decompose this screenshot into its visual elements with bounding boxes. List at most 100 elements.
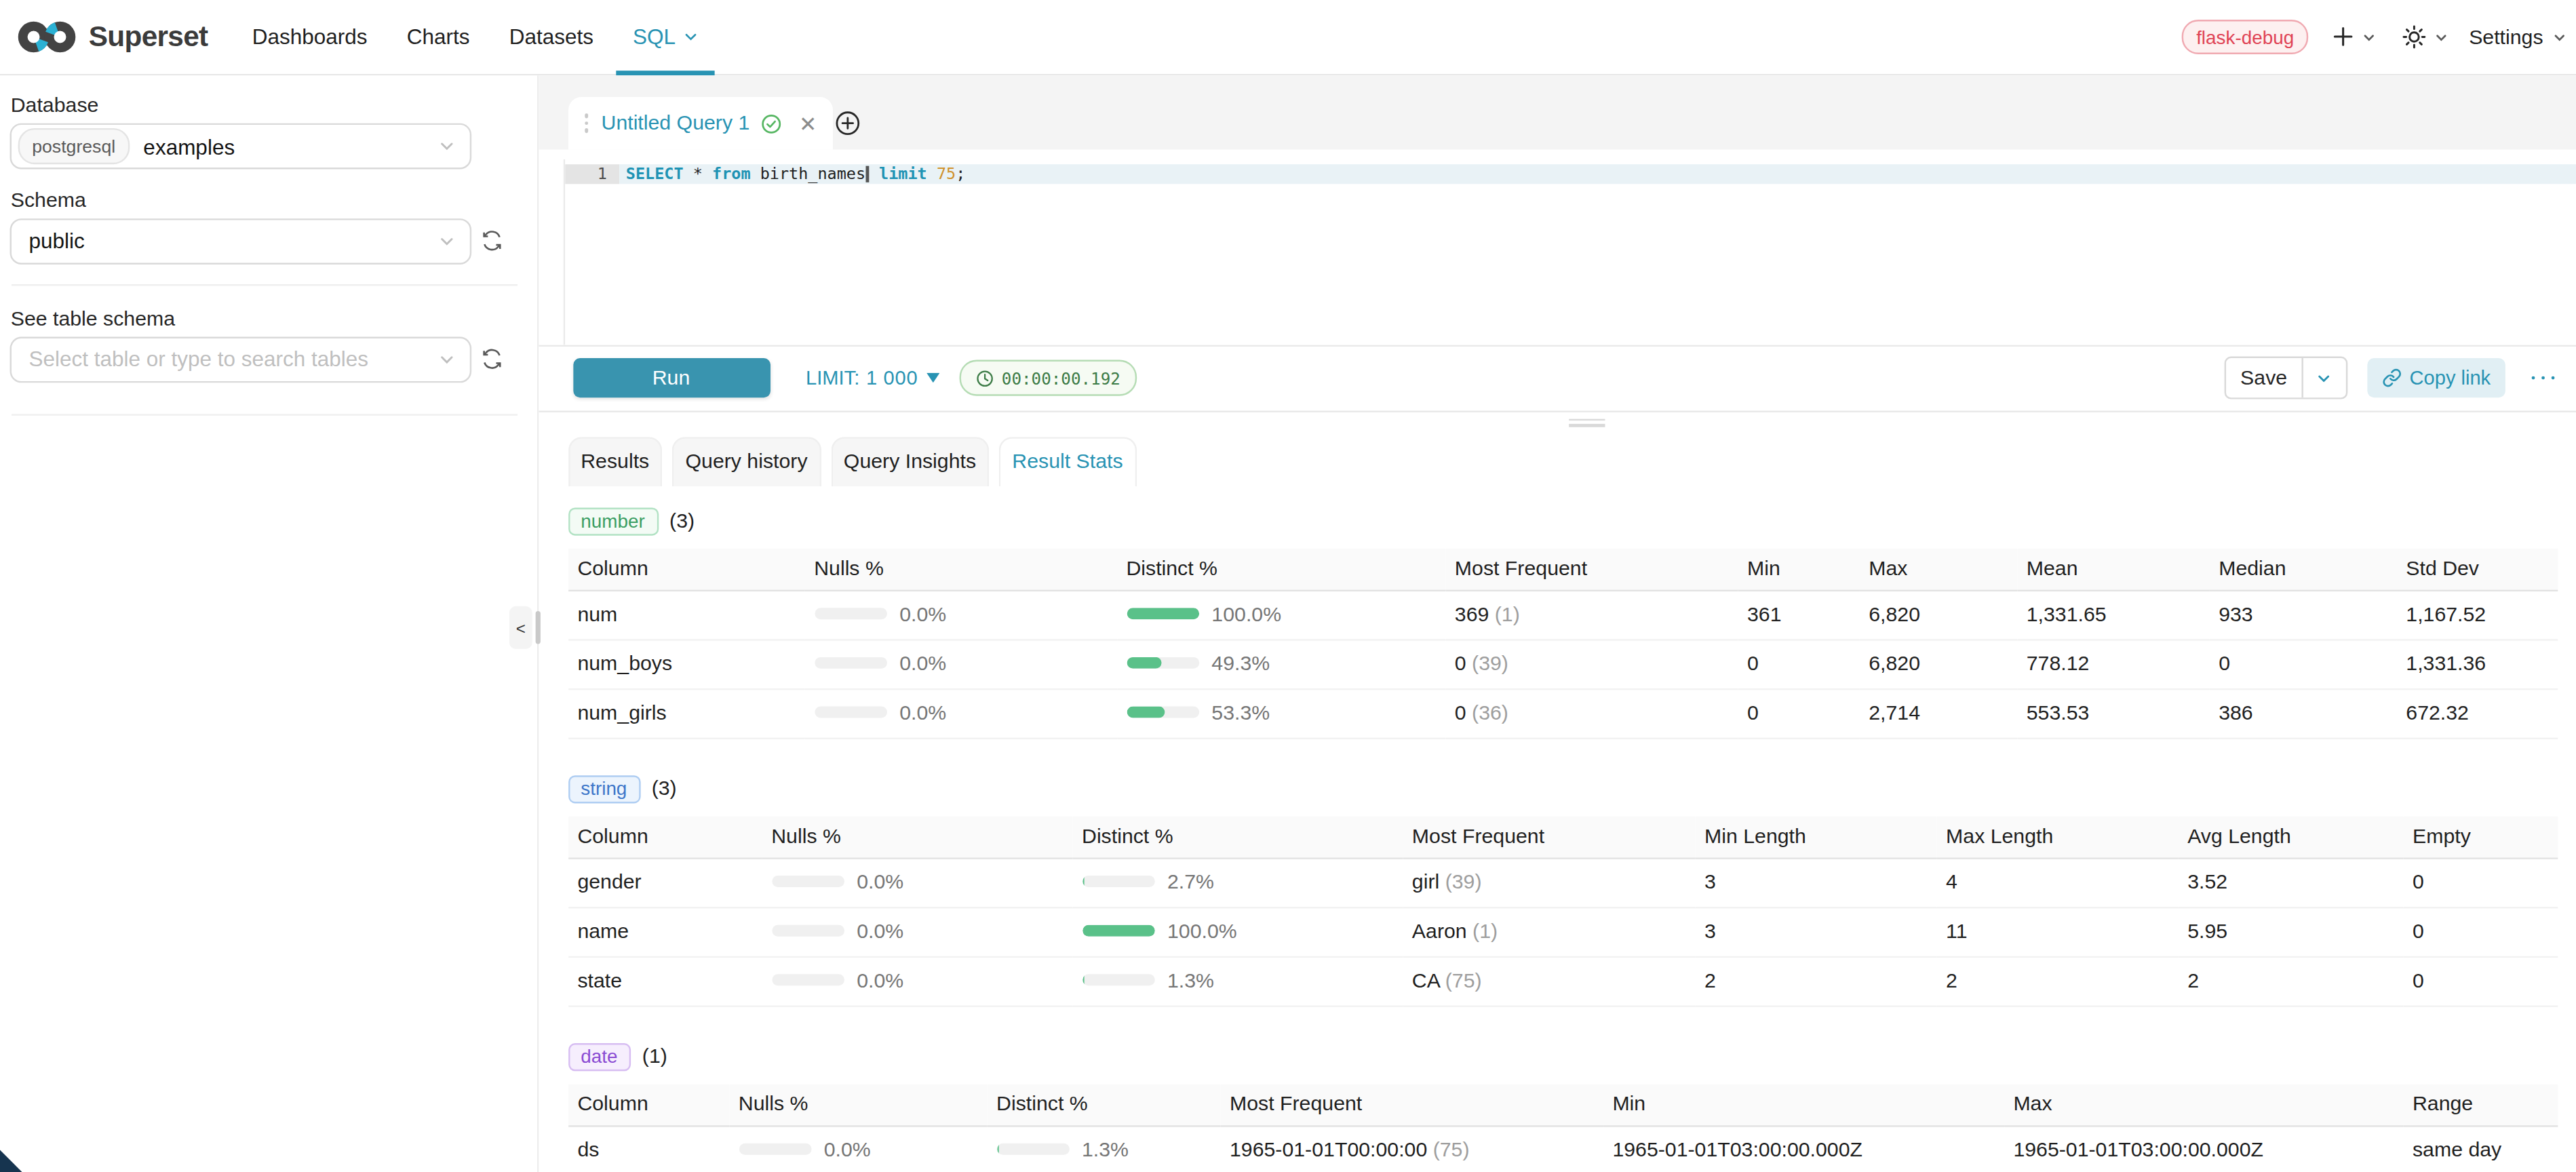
more-actions-button[interactable] [2529, 376, 2558, 380]
cell: 5.95 [2178, 907, 2403, 956]
section-header: string(3) [568, 775, 2576, 802]
check-circle-icon [761, 113, 782, 134]
cell: 3 [1694, 857, 1936, 907]
drag-handle-icon[interactable] [584, 112, 588, 134]
collapse-sidebar-button[interactable]: < [509, 606, 532, 649]
nav-item-charts[interactable]: Charts [407, 0, 470, 74]
column-header: Min [1737, 548, 1858, 590]
cell: 0 [2402, 907, 2557, 956]
column-header: Empty [2402, 816, 2557, 858]
percent-bar [771, 974, 844, 985]
cell: 2.7% [1072, 857, 1402, 907]
chevron-down-icon [2553, 31, 2566, 43]
chevron-down-icon [438, 233, 454, 249]
table-row: num_boys0.0%49.3%0 (39)06,820778.1201,33… [568, 639, 2557, 688]
column-count: (1) [642, 1045, 667, 1068]
column-header: Median [2209, 548, 2396, 590]
cell: 1,331.36 [2396, 639, 2557, 688]
table-schema-label: See table schema [11, 307, 175, 330]
chevron-down-icon[interactable] [2434, 31, 2447, 43]
tab-result-stats[interactable]: Result Stats [999, 436, 1136, 486]
stats-table-date: ColumnNulls %Distinct %Most FrequentMinM… [568, 1083, 2557, 1172]
refresh-schemas-icon[interactable] [482, 230, 503, 251]
schema-select[interactable]: public [9, 218, 471, 264]
tab-query-history[interactable]: Query history [672, 436, 821, 486]
database-type-tag: postgresql [17, 128, 130, 164]
query-tab-title: Untitled Query 1 [602, 112, 750, 135]
column-header: Range [2402, 1083, 2557, 1125]
cell: 3 [1694, 907, 1936, 956]
sql-editor[interactable]: 1 SELECT * from birth_names limit 75; [563, 159, 2576, 344]
limit-label: LIMIT: [806, 366, 859, 389]
tab-results[interactable]: Results [568, 436, 663, 486]
new-item-button[interactable] [2333, 26, 2354, 47]
schema-label: Schema [11, 188, 86, 211]
percent-bar [1082, 876, 1154, 887]
nav-item-dashboards[interactable]: Dashboards [252, 0, 368, 74]
cell: 0 [1737, 688, 1858, 738]
settings-menu[interactable]: Settings [2469, 26, 2543, 49]
column-header: Min [1603, 1083, 2004, 1125]
chevron-down-icon[interactable] [2362, 31, 2375, 43]
sun-icon [2402, 24, 2426, 49]
copy-link-button[interactable]: Copy link [2367, 357, 2505, 397]
link-icon [2381, 368, 2401, 388]
nav-item-datasets[interactable]: Datasets [509, 0, 593, 74]
column-header: Nulls % [804, 548, 1116, 590]
superset-logo[interactable]: Superset [16, 20, 208, 54]
cell: 1.3% [987, 1125, 1220, 1172]
scrollbar-thumb[interactable] [534, 611, 539, 644]
save-button[interactable]: Save [2227, 357, 2301, 397]
close-tab-icon[interactable]: ✕ [799, 113, 817, 134]
tab-query-insights[interactable]: Query Insights [830, 436, 989, 486]
chevron-down-icon [438, 351, 454, 367]
cell: 0.0% [804, 688, 1116, 738]
chevron-down-icon [684, 24, 699, 49]
cell: state [568, 956, 762, 1006]
table-select[interactable]: Select table or type to search tables [9, 336, 471, 382]
cell: 3.52 [2178, 857, 2403, 907]
column-header: Mean [2016, 548, 2208, 590]
percent-bar [1126, 657, 1198, 669]
cell: 369 (1) [1445, 590, 1737, 640]
run-button[interactable]: Run [572, 357, 770, 397]
new-query-tab-button[interactable] [834, 110, 861, 136]
cell: 2 [2178, 956, 2403, 1006]
cell: 386 [2209, 688, 2396, 738]
cell: 11 [1936, 907, 2178, 956]
cell: 100.0% [1072, 907, 1402, 956]
save-dropdown-button[interactable] [2301, 357, 2345, 397]
limit-dropdown[interactable]: LIMIT: 1 000 [806, 366, 939, 389]
pane-drag-handle[interactable] [1569, 416, 1605, 429]
clock-icon [975, 369, 994, 387]
database-select[interactable]: postgresql examples [9, 123, 471, 170]
theme-button[interactable] [2402, 24, 2426, 49]
cell: num [568, 590, 804, 640]
table-row: name0.0%100.0%Aaron (1)3115.950 [568, 907, 2557, 956]
nav-menu: Dashboards Charts Datasets SQL [252, 0, 743, 74]
refresh-tables-icon[interactable] [482, 349, 503, 370]
cell: 778.12 [2016, 639, 2208, 688]
column-header: Most Frequent [1219, 1083, 1602, 1125]
query-tab[interactable]: Untitled Query 1 ✕ [568, 97, 834, 150]
table-row: state0.0%1.3%CA (75)2220 [568, 956, 2557, 1006]
cell: 1965-01-01T03:00:00.000Z [2004, 1125, 2403, 1172]
plus-icon [2333, 26, 2354, 47]
query-timer: 00:00:00.192 [959, 359, 1137, 395]
cell: 100.0% [1116, 590, 1445, 640]
percent-bar [1126, 608, 1198, 619]
cell: 1.3% [1072, 956, 1402, 1006]
column-header: Min Length [1694, 816, 1936, 858]
top-navbar: Superset Dashboards Charts Datasets SQL … [0, 0, 2576, 75]
environment-badge: flask-debug [2181, 20, 2309, 54]
navbar-right: flask-debug Settings [2181, 20, 2566, 54]
cell: num_boys [568, 639, 804, 688]
database-value: examples [143, 134, 235, 158]
cell: 6,820 [1859, 590, 2017, 640]
nav-item-sql[interactable]: SQL [617, 0, 715, 74]
superset-sql-lab: Superset Dashboards Charts Datasets SQL … [0, 0, 2576, 1172]
divider [11, 413, 518, 414]
table-select-placeholder: Select table or type to search tables [28, 347, 368, 371]
percent-bar [996, 1144, 1069, 1155]
timer-value: 00:00:00.192 [1002, 369, 1120, 387]
